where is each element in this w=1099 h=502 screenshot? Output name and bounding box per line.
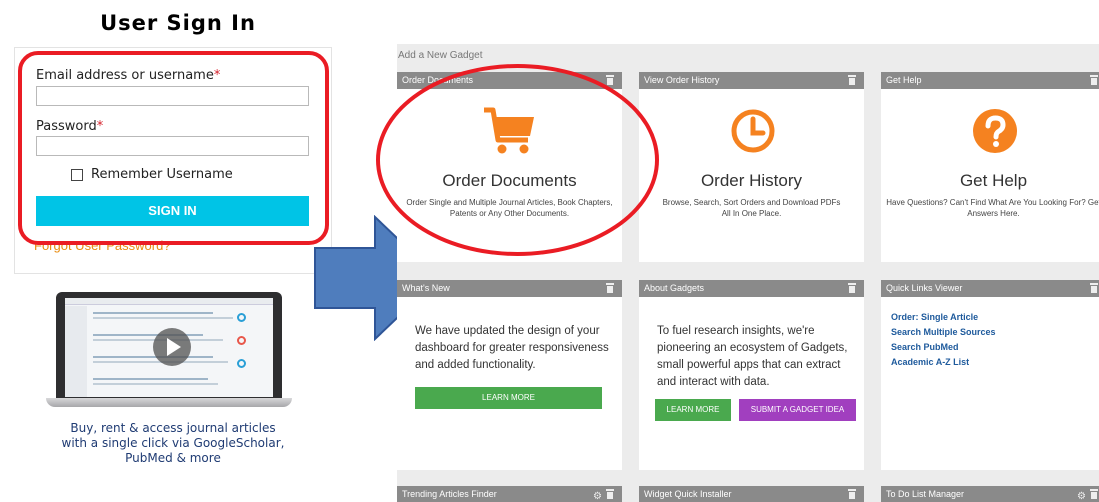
gadget-desc-line: Answers Here. (967, 209, 1020, 218)
gadget-body-text: To fuel research insights, we're pioneer… (657, 325, 848, 388)
trash-icon[interactable] (606, 75, 614, 85)
clock-icon[interactable] (730, 108, 776, 154)
promo-text: Buy, rent & access journal articles with… (22, 421, 324, 466)
gadget-todo-list: To Do List Manager ⚙ (881, 486, 1099, 502)
laptop-screen (65, 298, 273, 397)
trash-icon[interactable] (1090, 489, 1098, 499)
gadget-header: To Do List Manager ⚙ (881, 486, 1099, 502)
promo-line: PubMed & more (125, 451, 221, 465)
gadget-title[interactable]: Order History (639, 171, 864, 191)
gadget-trending-articles: Trending Articles Finder ⚙ (397, 486, 622, 502)
highlight-oval (376, 64, 659, 256)
trash-icon[interactable] (848, 75, 856, 85)
quick-link[interactable]: Search PubMed (891, 340, 996, 355)
gadget-desc-line: All In One Place. (721, 209, 782, 218)
gadget-order-history: View Order History Order History Browse,… (639, 72, 864, 262)
quick-links-list: Order: Single Article Search Multiple So… (891, 310, 996, 370)
gadget-widget-installer: Widget Quick Installer (639, 486, 864, 502)
gadget-quick-links: Quick Links Viewer Order: Single Article… (881, 280, 1099, 470)
gadget-header: What's New (397, 280, 622, 297)
gadget-header-label: Trending Articles Finder (402, 489, 497, 499)
gadget-desc-line: Browse, Search, Sort Orders and Download… (662, 198, 841, 207)
gadget-header-label: What's New (402, 283, 450, 293)
gear-icon[interactable]: ⚙ (593, 488, 602, 502)
gadget-header: View Order History (639, 72, 864, 89)
play-icon[interactable] (153, 328, 191, 366)
gadget-header: Quick Links Viewer (881, 280, 1099, 297)
gadget-about-gadgets: About Gadgets To fuel research insights,… (639, 280, 864, 470)
laptop-base (46, 398, 292, 407)
quick-link[interactable]: Search Multiple Sources (891, 325, 996, 340)
highlight-oval (18, 51, 329, 245)
trash-icon[interactable] (848, 489, 856, 499)
submit-gadget-idea-button[interactable]: SUBMIT A GADGET IDEA (739, 399, 856, 421)
learn-more-button[interactable]: LEARN MORE (415, 387, 602, 409)
laptop-preview-image[interactable] (46, 292, 292, 410)
gadget-header-label: View Order History (644, 75, 720, 85)
gadget-header-label: About Gadgets (644, 283, 705, 293)
gadget-desc-line: Have Questions? Can't Find What Are You … (886, 198, 1099, 207)
gadget-header: Trending Articles Finder ⚙ (397, 486, 622, 502)
signin-title: User Sign In (100, 11, 256, 35)
promo-line: Buy, rent & access journal articles (70, 421, 276, 435)
gadget-body-text: We have updated the design of your dashb… (415, 325, 609, 371)
gadget-header: Widget Quick Installer (639, 486, 864, 502)
promo-line: with a single click via GoogleScholar, (61, 436, 285, 450)
gear-icon[interactable]: ⚙ (1077, 488, 1086, 502)
quick-link[interactable]: Order: Single Article (891, 310, 996, 325)
gadget-get-help: Get Help Get Help Have Questions? Can't … (881, 72, 1099, 262)
gadget-header-label: Quick Links Viewer (886, 283, 963, 293)
gadget-whats-new: What's New We have updated the design of… (397, 280, 622, 470)
gadget-header-label: Get Help (886, 75, 922, 85)
gadget-header: About Gadgets (639, 280, 864, 297)
gadget-description: Browse, Search, Sort Orders and Download… (643, 197, 860, 219)
quick-link[interactable]: Academic A-Z List (891, 355, 996, 370)
trash-icon[interactable] (848, 283, 856, 293)
trash-icon[interactable] (1090, 283, 1098, 293)
gadget-header-label: Widget Quick Installer (644, 489, 732, 499)
question-icon[interactable] (972, 108, 1018, 154)
gadget-title[interactable]: Get Help (881, 171, 1099, 191)
add-gadget-link[interactable]: Add a New Gadget (398, 50, 483, 61)
gadget-header-label: To Do List Manager (886, 489, 965, 499)
gadget-description: Have Questions? Can't Find What Are You … (885, 197, 1099, 219)
trash-icon[interactable] (606, 283, 614, 293)
learn-more-button[interactable]: LEARN MORE (655, 399, 731, 421)
gadget-header: Get Help (881, 72, 1099, 89)
trash-icon[interactable] (1090, 75, 1098, 85)
trash-icon[interactable] (606, 489, 614, 499)
